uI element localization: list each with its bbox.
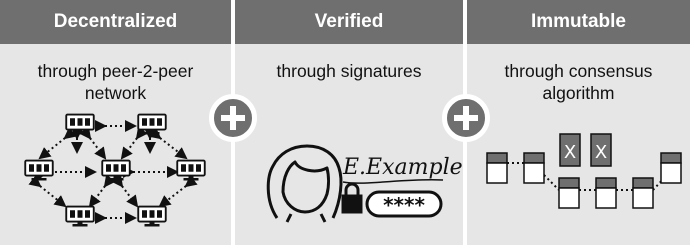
rejected-mark: X (564, 142, 576, 163)
computer-icon (137, 113, 167, 136)
panel-verified: Verified through signatures E.Example **… (235, 0, 463, 245)
block (558, 177, 580, 209)
panel-immutable: Immutable through consensus algorithm X … (467, 0, 690, 245)
block (660, 152, 682, 184)
verified-illustration: E.Example **** (266, 144, 463, 223)
block (632, 177, 654, 209)
signature-underline (342, 178, 444, 184)
computer-icon (137, 205, 167, 228)
peer-link (79, 126, 107, 160)
plus-icon (442, 94, 490, 142)
peer-link (111, 174, 139, 208)
lock-icon (341, 182, 363, 214)
chain-link (543, 174, 560, 191)
block (595, 177, 617, 209)
rejected-mark: X (595, 142, 607, 163)
peer-link (120, 126, 148, 160)
block (523, 152, 545, 184)
peer-link (88, 174, 116, 208)
p2p-network-diagram (24, 113, 206, 228)
computer-icon (65, 205, 95, 228)
computer-icon (65, 113, 95, 136)
signature-text: E.Example (342, 155, 463, 180)
peer-link (148, 127, 188, 160)
person-icon (266, 144, 343, 223)
blockchain-diagram: X X (486, 133, 682, 209)
peer-link (38, 127, 77, 160)
peer-link (158, 175, 198, 208)
panel-decentralized: Decentralized through peer-2-peer networ… (0, 0, 231, 245)
computer-icon (101, 159, 131, 182)
plus-icon (209, 94, 257, 142)
computer-icon (24, 159, 54, 182)
password-mask: **** (383, 193, 425, 217)
block (486, 152, 508, 184)
peer-link (28, 175, 67, 208)
computer-icon (176, 159, 206, 182)
